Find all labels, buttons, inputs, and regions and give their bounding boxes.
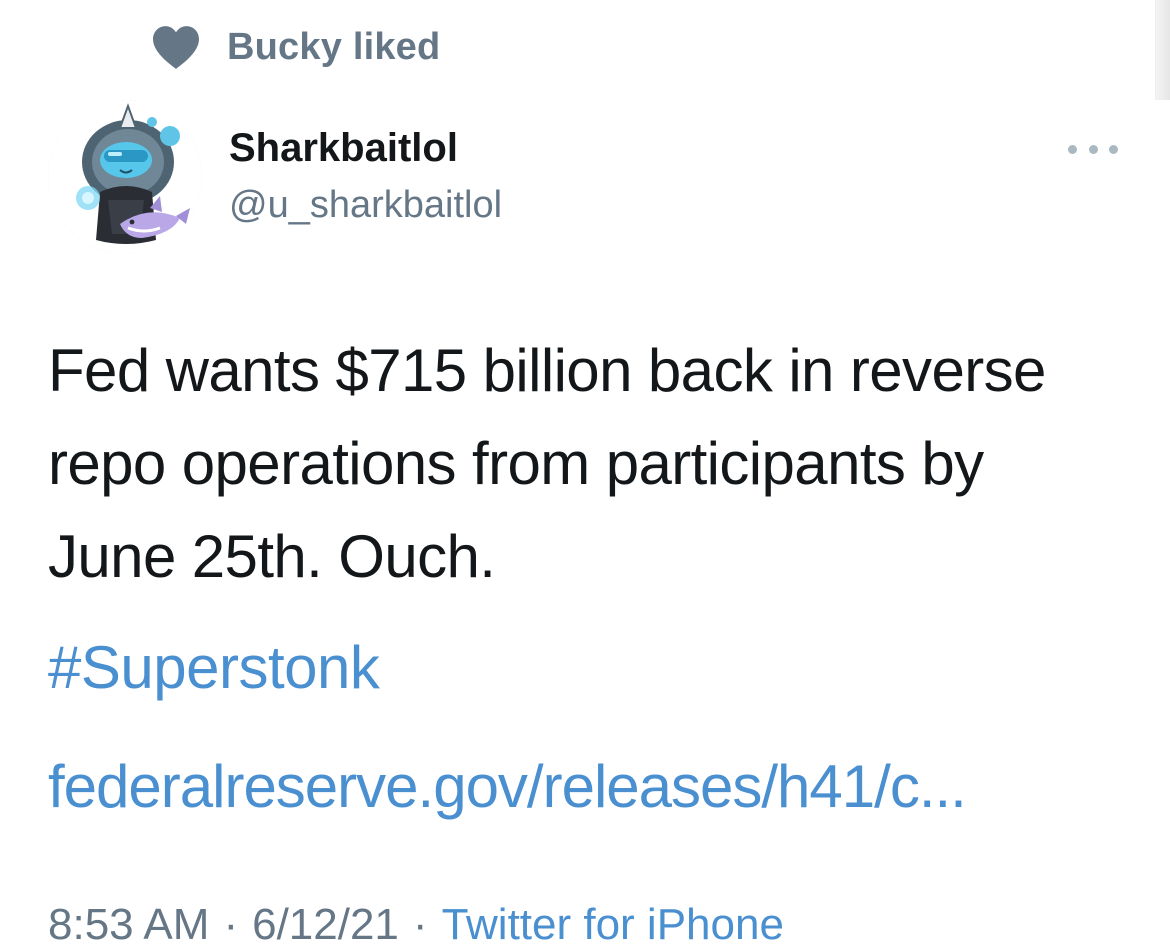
tweet-source-link[interactable]: Twitter for iPhone — [442, 900, 784, 949]
tweet-text-line: Fed wants $715 billion back in reverse — [48, 337, 1046, 404]
meta-separator: · — [412, 900, 428, 949]
more-options-icon — [1068, 144, 1077, 154]
url-link[interactable]: federalreserve.gov/releases/h41/c... — [48, 752, 967, 821]
tweet-text: Fed wants $715 billion back in reverse r… — [48, 324, 1128, 603]
hashtag-link[interactable]: #Superstonk — [48, 633, 380, 702]
more-options-button[interactable] — [1068, 138, 1118, 160]
social-context[interactable]: Bucky liked — [150, 22, 440, 72]
tweet-date: 6/12/21 — [252, 900, 399, 949]
more-options-icon-dot — [1088, 144, 1098, 154]
liked-by-label: Bucky liked — [227, 25, 441, 68]
author-handle[interactable]: @u_sharkbaitlol — [229, 184, 502, 227]
author-display-name[interactable]: Sharkbaitlol — [229, 126, 458, 171]
meta-separator: · — [223, 900, 239, 949]
tweet-meta: 8:53 AM · 6/12/21 · Twitter for iPhone — [48, 900, 784, 950]
tweet-text-line: repo operations from participants by — [48, 430, 984, 497]
tweet-text-line: June 25th. Ouch. — [48, 523, 496, 590]
scrollbar[interactable] — [1155, 0, 1170, 100]
heart-icon — [153, 26, 199, 69]
tweet-time: 8:53 AM — [48, 900, 210, 949]
avatar[interactable] — [48, 100, 202, 254]
more-options-icon-dot — [1109, 144, 1118, 154]
avatar-image — [48, 100, 202, 254]
